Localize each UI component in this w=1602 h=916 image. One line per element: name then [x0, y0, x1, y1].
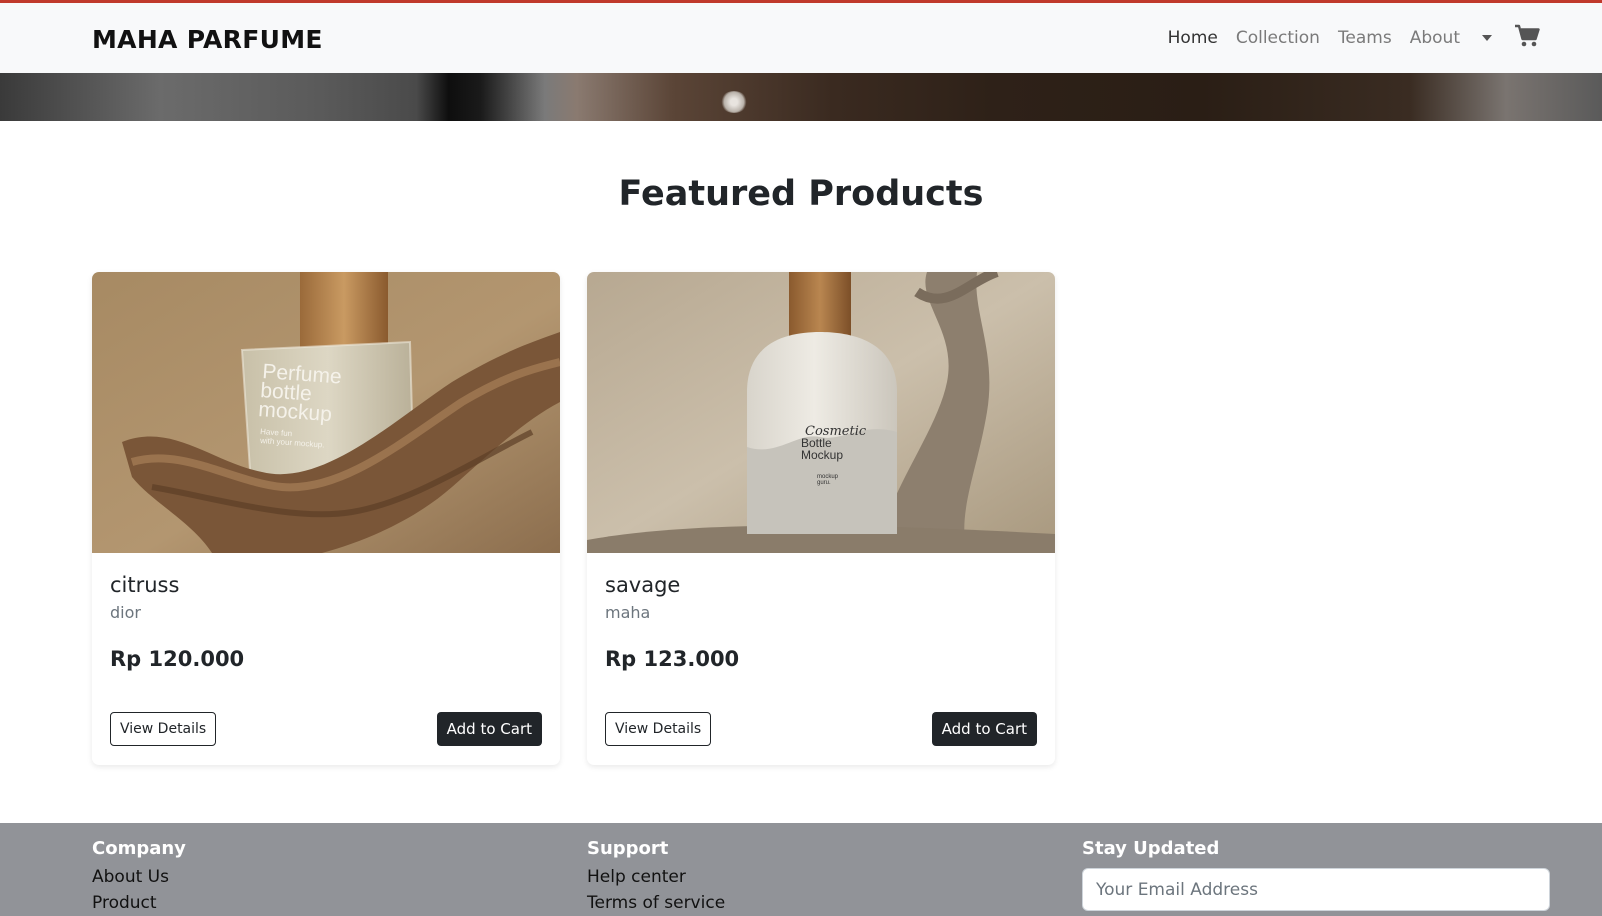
nav-teams[interactable]: Teams: [1338, 28, 1392, 48]
nav-about[interactable]: About: [1410, 28, 1460, 48]
footer-link-about-us[interactable]: About Us: [92, 868, 186, 886]
hero-banner-image: [0, 73, 1602, 121]
footer-link-help-center[interactable]: Help center: [587, 868, 725, 886]
product-card: Cosmetic Bottle Mockup mockup guru. sava…: [587, 272, 1055, 765]
bottle-sub-text: guru.: [817, 480, 831, 486]
add-to-cart-button[interactable]: Add to Cart: [931, 712, 1037, 746]
product-brand: dior: [110, 603, 141, 622]
main-nav: Home Collection Teams About: [1168, 3, 1602, 73]
footer-newsletter-title: Stay Updated: [1082, 838, 1220, 859]
footer-link-terms[interactable]: Terms of service: [587, 894, 725, 912]
brand-logo[interactable]: MAHA PARFUME: [92, 25, 323, 54]
newsletter-email-input[interactable]: [1082, 868, 1550, 911]
view-details-button[interactable]: View Details: [110, 712, 217, 746]
product-name[interactable]: citruss: [110, 573, 179, 597]
hero-flower-decoration: [720, 91, 748, 113]
shopping-cart-icon[interactable]: [1514, 24, 1540, 52]
product-image[interactable]: Perfume bottle mockup Have fun with your…: [92, 272, 560, 553]
view-details-button[interactable]: View Details: [605, 712, 712, 746]
product-price: Rp 120.000: [110, 647, 245, 671]
product-brand: maha: [605, 603, 651, 622]
top-navbar: MAHA PARFUME Home Collection Teams About: [0, 0, 1602, 73]
nav-collection[interactable]: Collection: [1236, 28, 1320, 48]
product-price: Rp 123.000: [605, 647, 740, 671]
footer-newsletter-column: Stay Updated: [1082, 838, 1219, 859]
footer-link-product[interactable]: Product: [92, 894, 186, 912]
footer-company-column: Company About Us Product: [92, 838, 186, 912]
product-name[interactable]: savage: [605, 573, 680, 597]
footer-company-title: Company: [92, 838, 186, 859]
section-title: Featured Products: [618, 174, 984, 214]
footer-support-column: Support Help center Terms of service: [587, 838, 725, 912]
dropdown-caret-icon[interactable]: [1482, 35, 1492, 41]
bottle-label-text: Mockup: [801, 448, 843, 462]
add-to-cart-button[interactable]: Add to Cart: [436, 712, 542, 746]
product-card: Perfume bottle mockup Have fun with your…: [92, 272, 560, 765]
product-image[interactable]: Cosmetic Bottle Mockup mockup guru.: [587, 272, 1055, 553]
footer-support-title: Support: [587, 838, 669, 859]
nav-home[interactable]: Home: [1168, 28, 1218, 48]
